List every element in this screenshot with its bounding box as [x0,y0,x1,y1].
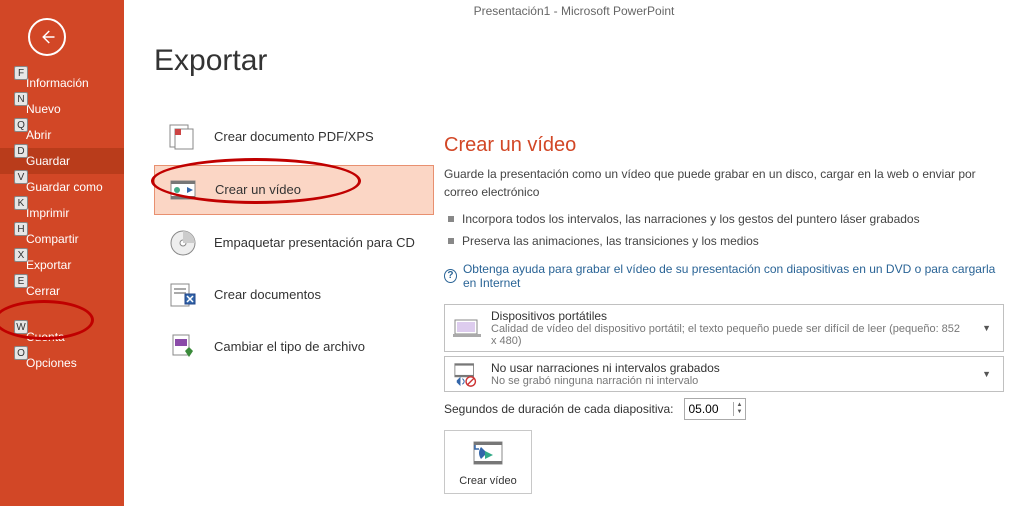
export-option-pdf-xps[interactable]: Crear documento PDF/XPS [154,113,434,161]
sidebar-items: F Información N Nuevo Q Abrir D Guardar … [0,70,124,376]
export-option-crear-documentos[interactable]: Crear documentos [154,271,434,319]
export-option-label: Crear documentos [214,287,321,304]
sidebar-item-label: Imprimir [26,206,69,220]
pdf-xps-icon [168,123,198,151]
panel-description: Guarde la presentación como un vídeo que… [444,165,994,201]
documents-icon [168,281,198,309]
dropdown-title: Dispositivos portátiles [491,309,968,323]
keytip: K [14,196,28,210]
chevron-down-icon: ▼ [978,369,995,379]
create-video-icon [471,439,505,469]
sidebar-item-label: Opciones [26,356,77,370]
export-option-empaquetar-cd[interactable]: Empaquetar presentación para CD [154,219,434,267]
help-link[interactable]: Obtenga ayuda para grabar el vídeo de su… [463,262,1004,290]
duration-input[interactable] [685,399,733,419]
video-icon [169,176,199,204]
keytip: X [14,248,28,262]
content: Exportar Crear documento PDF/XPS Crear u… [124,24,1024,506]
create-video-button[interactable]: Crear vídeo [444,430,532,494]
export-option-label: Crear un vídeo [215,182,301,199]
spinner-down-icon[interactable]: ▼ [734,409,746,416]
create-video-button-label: Crear vídeo [459,475,516,487]
export-option-label: Cambiar el tipo de archivo [214,339,365,356]
export-option-cambiar-tipo[interactable]: Cambiar el tipo de archivo [154,323,434,371]
main-area: Presentación1 - Microsoft PowerPoint Exp… [124,0,1024,506]
quality-dropdown[interactable]: Dispositivos portátiles Calidad de vídeo… [444,304,1004,352]
keytip: V [14,170,28,184]
bullet-item: Preserva las animaciones, las transicion… [444,231,1004,253]
sidebar-item-label: Abrir [26,128,51,142]
sidebar-item-label: Nuevo [26,102,61,116]
no-narration-icon [453,361,481,387]
dropdown-title: No usar narraciones ni intervalos grabad… [491,361,968,375]
sidebar-item-label: Cuenta [26,330,65,344]
sidebar-item-cerrar[interactable]: E Cerrar [0,278,124,304]
keytip: N [14,92,28,106]
device-icon [453,315,481,341]
sidebar-item-label: Exportar [26,258,71,272]
sidebar-item-label: Cerrar [26,284,60,298]
export-options-list: Crear documento PDF/XPS Crear un vídeo [154,113,439,371]
duration-spinner[interactable]: ▲ ▼ [684,398,747,420]
sidebar-item-label: Compartir [26,232,79,246]
narration-dropdown[interactable]: No usar narraciones ni intervalos grabad… [444,356,1004,392]
chevron-down-icon: ▼ [978,323,995,333]
dropdown-subtitle: No se grabó ninguna narración ni interva… [491,375,968,387]
page-title: Exportar [154,44,439,78]
change-filetype-icon [168,333,198,361]
keytip: Q [14,118,28,132]
keytip: H [14,222,28,236]
keytip: D [14,144,28,158]
dropdown-subtitle: Calidad de vídeo del dispositivo portáti… [491,323,968,347]
duration-row: Segundos de duración de cada diapositiva… [444,398,1004,420]
backstage-sidebar: F Información N Nuevo Q Abrir D Guardar … [0,0,124,506]
cd-icon [168,229,198,257]
app-root: F Información N Nuevo Q Abrir D Guardar … [0,0,1024,506]
export-option-label: Empaquetar presentación para CD [214,235,415,252]
feature-bullets: Incorpora todos los intervalos, las narr… [444,209,1004,252]
export-option-label: Crear documento PDF/XPS [214,129,374,146]
keytip: O [14,346,28,360]
keytip: E [14,274,28,288]
window-title: Presentación1 - Microsoft PowerPoint [124,0,1024,24]
spinner-up-icon[interactable]: ▲ [734,402,746,409]
help-icon: ? [444,269,457,283]
duration-label: Segundos de duración de cada diapositiva… [444,402,674,416]
create-video-panel: Crear un vídeo Guarde la presentación co… [439,24,1024,506]
sidebar-item-label: Información [26,76,89,90]
sidebar-item-label: Guardar como [26,180,103,194]
export-option-crear-video[interactable]: Crear un vídeo [154,165,434,215]
arrow-left-icon [38,28,56,46]
sidebar-item-opciones[interactable]: O Opciones [0,350,124,376]
bullet-item: Incorpora todos los intervalos, las narr… [444,209,1004,231]
panel-title: Crear un vídeo [444,134,1004,157]
help-row: ? Obtenga ayuda para grabar el vídeo de … [444,262,1004,290]
export-options-column: Exportar Crear documento PDF/XPS Crear u… [124,24,439,506]
keytip: F [14,66,28,80]
back-button[interactable] [28,18,66,56]
keytip: W [14,320,28,334]
sidebar-item-label: Guardar [26,154,70,168]
